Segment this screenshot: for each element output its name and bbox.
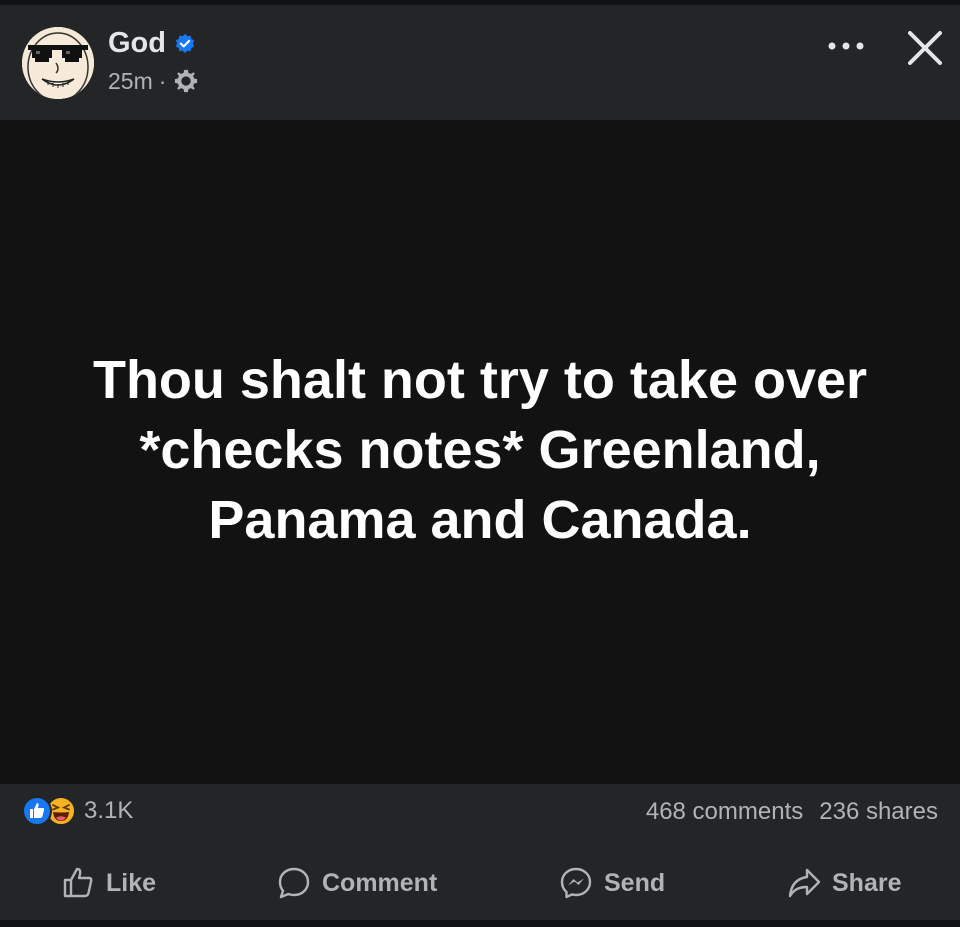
verified-badge-icon <box>175 33 195 53</box>
action-bar: Like Comment Send Share <box>0 860 960 906</box>
author-name[interactable]: God <box>108 27 166 60</box>
comment-bubble-icon <box>278 867 310 899</box>
post-header: God 25m · <box>0 5 960 120</box>
send-button[interactable]: Send <box>558 860 665 906</box>
post-meta: 25m · <box>108 67 200 95</box>
thumbs-up-icon <box>63 867 93 898</box>
share-button[interactable]: Share <box>786 860 901 906</box>
post-footer: 3.1K 468 comments 236 shares Like Commen… <box>0 784 960 920</box>
share-arrow-icon <box>788 868 821 898</box>
avatar[interactable] <box>22 27 94 99</box>
gear-icon <box>175 69 198 93</box>
post-time[interactable]: 25m <box>108 68 153 95</box>
more-options-icon[interactable] <box>824 31 868 61</box>
close-icon[interactable] <box>904 27 946 69</box>
post-text: Thou shalt not try to take over *checks … <box>92 350 868 550</box>
like-button[interactable]: Like <box>60 860 156 906</box>
comment-button[interactable]: Comment <box>276 860 437 906</box>
send-label: Send <box>604 868 666 897</box>
reaction-count: 3.1K <box>84 797 134 824</box>
engagement-counts: 468 comments 236 shares <box>646 798 938 826</box>
share-label: Share <box>832 868 902 897</box>
like-reaction-icon <box>22 796 52 826</box>
bottom-strip <box>0 920 960 927</box>
post-content: Thou shalt not try to take over *checks … <box>0 120 960 784</box>
comment-label: Comment <box>322 868 438 897</box>
messenger-icon <box>560 867 592 899</box>
meta-separator: · <box>158 67 167 94</box>
author-row: God <box>108 27 196 60</box>
shares-count[interactable]: 236 shares <box>819 798 938 826</box>
reactions-summary[interactable]: 3.1K <box>22 796 133 826</box>
comments-count[interactable]: 468 comments <box>646 798 803 826</box>
like-label: Like <box>106 868 157 897</box>
